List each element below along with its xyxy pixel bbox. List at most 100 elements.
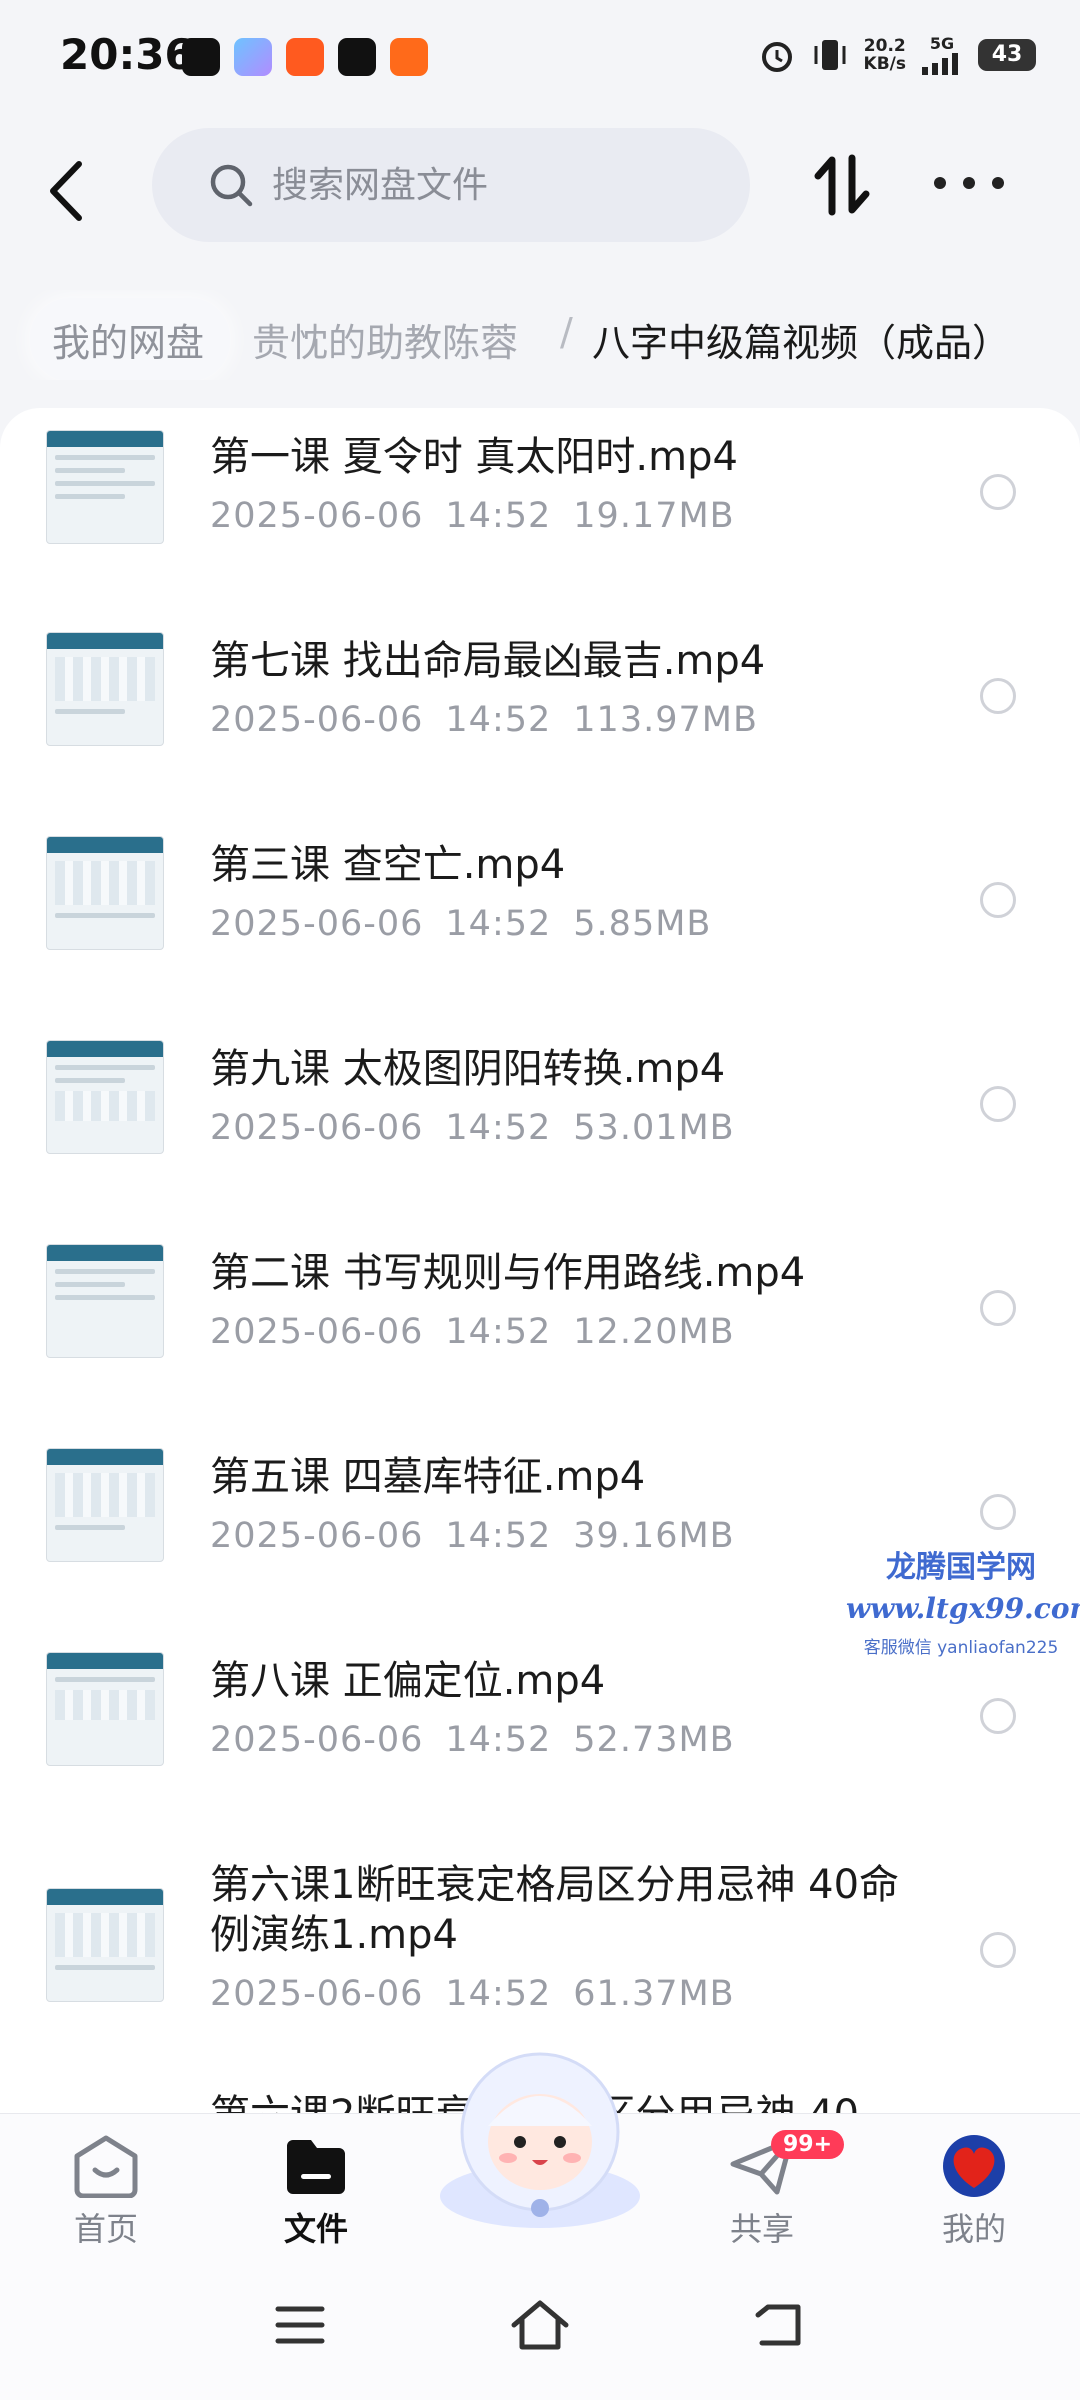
file-time: 14:52 [445, 1516, 552, 1556]
file-date: 2025-06-06 [210, 496, 424, 536]
back-system-button[interactable] [750, 2299, 810, 2351]
select-checkbox[interactable] [980, 474, 1016, 510]
file-name: 第二课 书写规则与作用路线.mp4 [210, 1250, 806, 1296]
file-meta: 2025-06-06 14:52 52.73MB [210, 1720, 757, 1760]
file-date: 2025-06-06 [210, 700, 424, 740]
file-time: 14:52 [445, 496, 552, 536]
nav-me[interactable]: 我的 [904, 2134, 1044, 2250]
alarm-icon [761, 41, 792, 72]
file-date: 2025-06-06 [210, 1516, 424, 1556]
file-date: 2025-06-06 [210, 1108, 424, 1148]
home-outline-icon [511, 2300, 569, 2350]
file-row[interactable]: 第一课 夏令时 真太阳时.mp4 2025-06-06 14:52 19.17MB [0, 420, 1080, 600]
nav-share[interactable]: 99+ 共享 [692, 2130, 845, 2250]
signal-icon [922, 53, 958, 75]
file-row[interactable]: 第六课1断旺衰定格局区分用忌神 40命例演练1.mp4 2025-06-06 14… [0, 1848, 1080, 2078]
file-size: 12.20MB [573, 1312, 735, 1352]
nav-home-label: 首页 [73, 2210, 138, 2248]
nav-files-label: 文件 [283, 2210, 348, 2248]
network-type: 5G [929, 34, 955, 53]
nav-home[interactable]: 首页 [36, 2134, 176, 2250]
vibrate-icon [814, 39, 846, 70]
astronaut-mascot-icon [440, 2052, 640, 2228]
video-thumbnail [46, 632, 164, 746]
file-name: 第三课 查空亡.mp4 [210, 842, 566, 888]
file-size: 113.97MB [573, 700, 758, 740]
ai-assistant-mascot[interactable] [428, 2046, 652, 2236]
video-thumbnail [46, 836, 164, 950]
select-checkbox[interactable] [980, 1698, 1016, 1734]
breadcrumb-separator: / [560, 310, 573, 354]
search-icon [210, 164, 253, 207]
battery-indicator: 43 [978, 38, 1036, 71]
file-row[interactable]: 第二课 书写规则与作用路线.mp4 2025-06-06 14:52 12.20MB [0, 1236, 1080, 1416]
nav-share-label: 共享 [729, 2210, 794, 2248]
file-row[interactable]: 第九课 太极图阴阳转换.mp4 2025-06-06 14:52 53.01MB [0, 1032, 1080, 1212]
net-speed: 20.2 KB/s [864, 37, 906, 73]
sort-button[interactable] [808, 150, 878, 220]
file-row[interactable]: 第八课 正偏定位.mp4 2025-06-06 14:52 52.73MB [0, 1644, 1080, 1824]
file-name: 第八课 正偏定位.mp4 [210, 1658, 606, 1704]
watermark-url: www.ltgx99.com [846, 1592, 1080, 1625]
kuaishou-icon [390, 38, 428, 76]
watermark: 龙腾国学网 www.ltgx99.com 客服微信 yanliaofan225 [846, 1542, 1080, 1658]
select-checkbox[interactable] [980, 1494, 1016, 1530]
file-list[interactable]: 第一课 夏令时 真太阳时.mp4 2025-06-06 14:52 19.17MB … [0, 408, 1080, 2113]
chevron-left-icon [50, 161, 82, 221]
top-bar [0, 120, 1080, 250]
file-name: 第一课 夏令时 真太阳时.mp4 [210, 434, 738, 480]
search-input[interactable] [270, 163, 714, 207]
select-checkbox[interactable] [980, 882, 1016, 918]
status-bar: 20:36 20.2 KB/s 5G 43 [0, 0, 1080, 120]
file-size: 5.85MB [573, 904, 712, 944]
douyin-icon [338, 38, 376, 76]
file-row[interactable]: 第七课 找出命局最凶最吉.mp4 2025-06-06 14:52 113.97MB [0, 624, 1080, 804]
menu-lines-icon [275, 2306, 325, 2344]
watermark-title: 龙腾国学网 [886, 1550, 1036, 1585]
home-icon [71, 2134, 141, 2199]
net-speed-value: 20.2 [863, 35, 906, 56]
file-meta: 2025-06-06 14:52 12.20MB [210, 1312, 757, 1352]
breadcrumb-current: 八字中级篇视频（成品） [592, 321, 1011, 365]
nav-me-label: 我的 [941, 2210, 1006, 2248]
nav-files[interactable]: 文件 [246, 2134, 386, 2250]
net-speed-unit: KB/s [863, 53, 906, 74]
baidu-netdisk-icon [234, 38, 272, 76]
share-icon: 99+ [727, 2130, 845, 2198]
file-meta: 2025-06-06 14:52 61.37MB [210, 1974, 757, 2014]
breadcrumb-parent[interactable]: 贵忱的助教陈蓉 [252, 312, 518, 367]
search-bar[interactable] [152, 128, 750, 242]
file-name: 第五课 四墓库特征.mp4 [210, 1454, 646, 1500]
recent-apps-button[interactable] [270, 2299, 330, 2351]
file-date: 2025-06-06 [210, 904, 424, 944]
select-checkbox[interactable] [980, 1932, 1016, 1968]
more-options-button[interactable] [934, 168, 1004, 198]
file-time: 14:52 [445, 904, 552, 944]
file-time: 14:52 [445, 1108, 552, 1148]
sort-arrows-icon [814, 154, 870, 216]
file-size: 19.17MB [573, 496, 735, 536]
file-name: 第六课1断旺衰定格局区分用忌神 40命例演练1.mp4 [210, 1862, 900, 1958]
file-date: 2025-06-06 [210, 1720, 424, 1760]
select-checkbox[interactable] [980, 1086, 1016, 1122]
breadcrumb: 贵忱的助教陈蓉 我的网盘 / 八字中级篇视频（成品） [0, 290, 1080, 380]
video-thumbnail [46, 1652, 164, 1766]
file-name: 第七课 找出命局最凶最吉.mp4 [210, 638, 766, 684]
file-time: 14:52 [445, 700, 552, 740]
video-thumbnail [46, 1448, 164, 1562]
watermark-contact: 客服微信 yanliaofan225 [863, 1638, 1059, 1658]
file-size: 53.01MB [573, 1108, 735, 1148]
file-time: 14:52 [445, 1720, 552, 1760]
video-thumbnail [46, 430, 164, 544]
file-row[interactable]: 第三课 查空亡.mp4 2025-06-06 14:52 5.85MB [0, 828, 1080, 1008]
file-date: 2025-06-06 [210, 1312, 424, 1352]
select-checkbox[interactable] [980, 1290, 1016, 1326]
network-signal: 5G [920, 34, 964, 75]
back-button[interactable] [40, 158, 94, 224]
heart-avatar-icon [939, 2134, 1009, 2198]
more-dot-icon [992, 177, 1004, 189]
select-checkbox[interactable] [980, 678, 1016, 714]
breadcrumb-root[interactable]: 我的网盘 [30, 298, 231, 380]
home-system-button[interactable] [510, 2299, 570, 2351]
file-meta: 2025-06-06 14:52 19.17MB [210, 496, 757, 536]
